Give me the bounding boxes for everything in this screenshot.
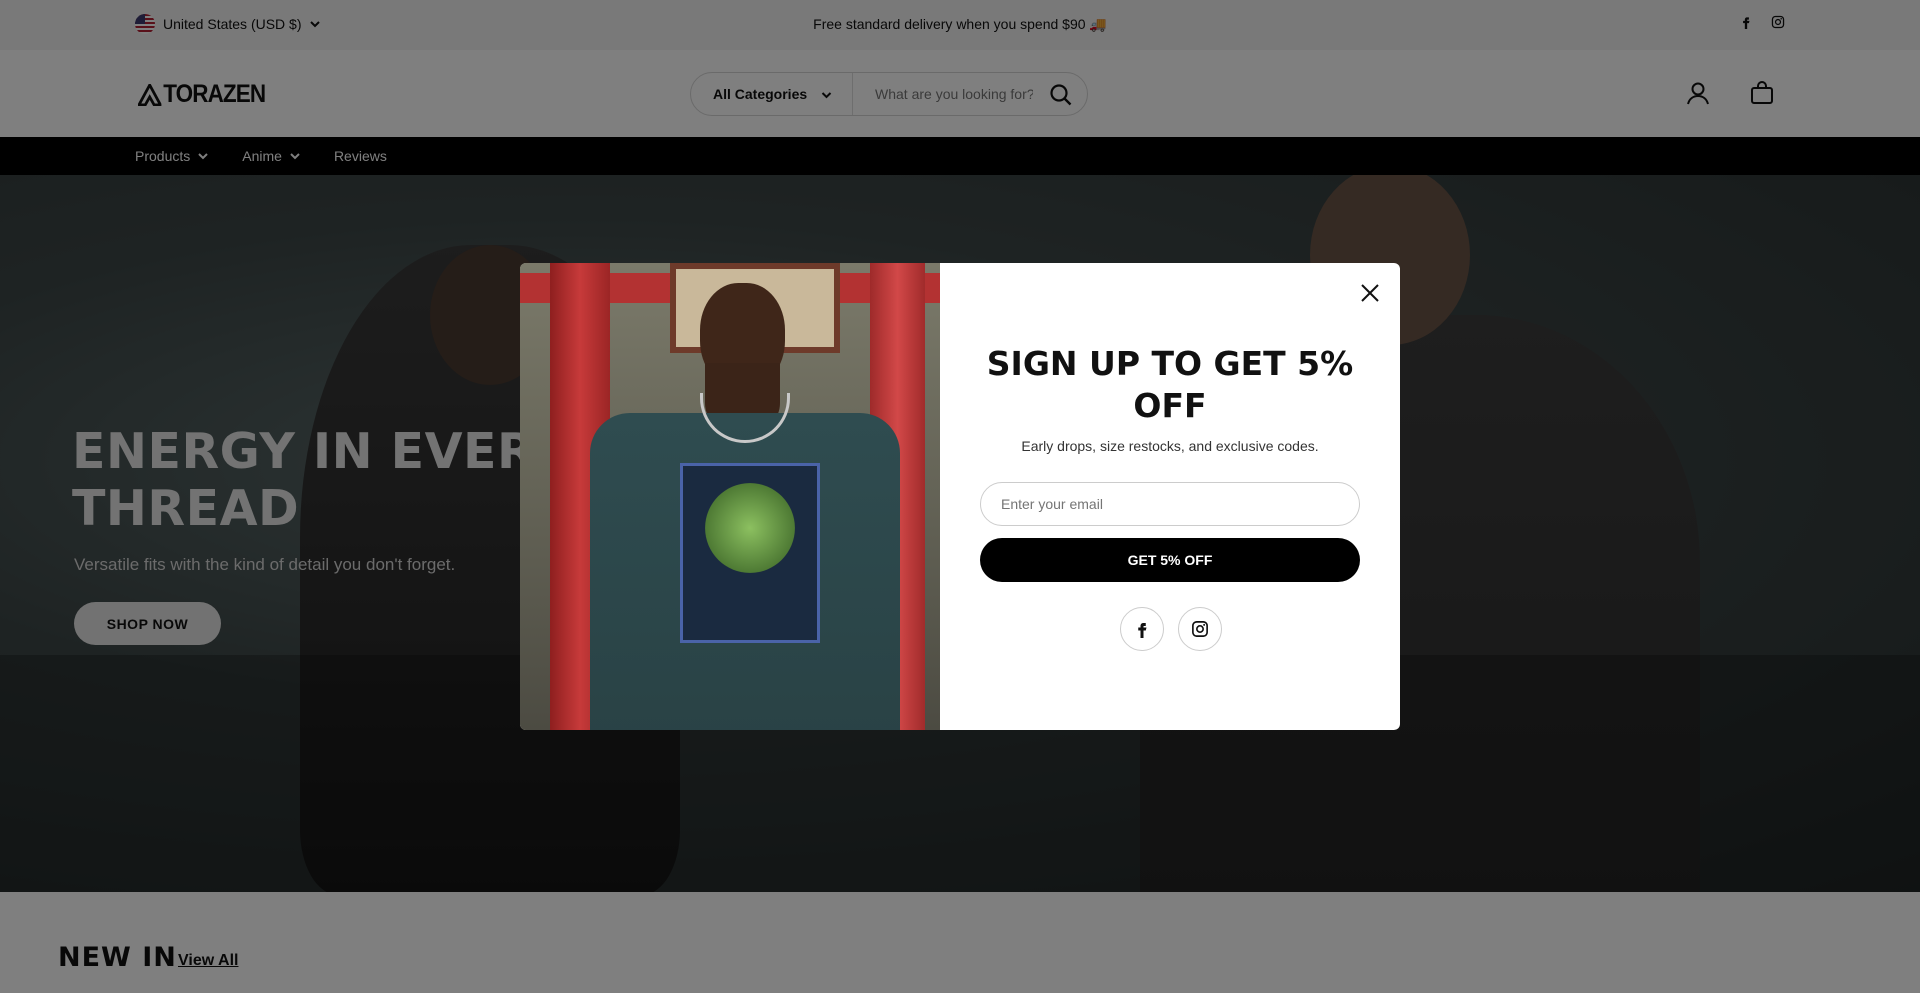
email-field[interactable]	[980, 482, 1360, 526]
signup-modal: SIGN UP TO GET 5% OFF Early drops, size …	[520, 263, 1400, 730]
get-discount-button[interactable]: GET 5% OFF	[980, 538, 1360, 582]
modal-promo-image	[520, 263, 940, 730]
instagram-icon[interactable]	[1178, 607, 1222, 651]
modal-subtitle: Early drops, size restocks, and exclusiv…	[1021, 438, 1319, 454]
facebook-icon[interactable]	[1120, 607, 1164, 651]
close-icon[interactable]	[1358, 281, 1382, 305]
modal-content: SIGN UP TO GET 5% OFF Early drops, size …	[940, 263, 1400, 730]
modal-title: SIGN UP TO GET 5% OFF	[986, 344, 1354, 425]
